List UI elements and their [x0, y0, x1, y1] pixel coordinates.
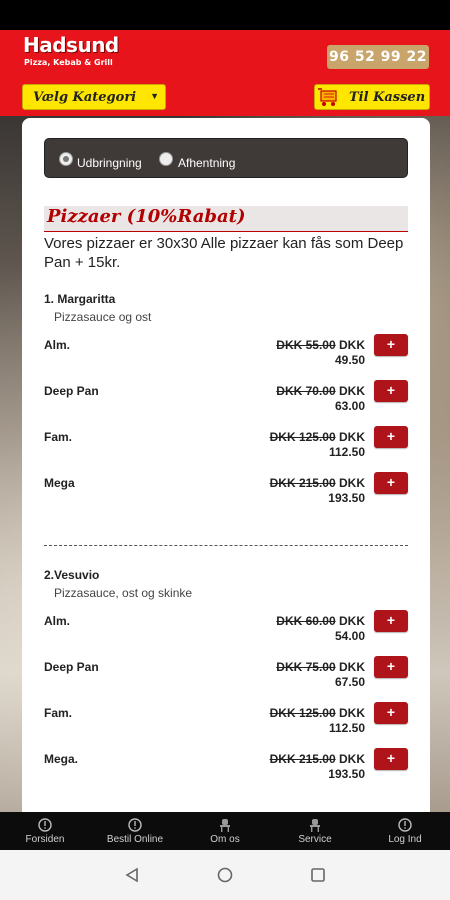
- old-price: DKK 215.00: [269, 752, 336, 766]
- variant-price: DKK 60.00 DKK 54.00: [255, 614, 365, 644]
- variant-row: Mega DKK 215.00 DKK 193.50 +: [44, 472, 408, 516]
- info-circle-icon: [38, 818, 52, 832]
- nav-label: Service: [298, 834, 332, 845]
- variant-name: Deep Pan: [44, 660, 99, 674]
- variant-name: Alm.: [44, 338, 71, 352]
- nav-label: Bestil Online: [106, 834, 164, 845]
- info-circle-icon: [398, 818, 412, 832]
- nav-item-forsiden[interactable]: Forsiden: [0, 812, 90, 850]
- variant-name: Mega: [44, 476, 75, 490]
- checkout-label: Til Kassen: [349, 90, 426, 105]
- variant-name: Fam.: [44, 430, 73, 444]
- old-price: DKK 75.00: [276, 660, 336, 674]
- recents-icon[interactable]: [310, 867, 326, 883]
- variant-name: Fam.: [44, 706, 73, 720]
- variant-price: DKK 125.00 DKK 112.50: [255, 706, 365, 736]
- add-to-cart-button[interactable]: +: [374, 702, 408, 724]
- new-price: DKK 63.00: [334, 384, 365, 413]
- variant-name: Mega.: [44, 752, 79, 766]
- add-to-cart-button[interactable]: +: [374, 380, 408, 402]
- variant-row: Alm. DKK 60.00 DKK 54.00 +: [44, 610, 408, 654]
- add-to-cart-button[interactable]: +: [374, 656, 408, 678]
- brand-name: Hadsund: [23, 33, 119, 57]
- product-description: Pizzasauce og ost: [54, 310, 152, 324]
- pickup-radio-label[interactable]: Afhentning: [178, 156, 235, 170]
- variant-row: Deep Pan DKK 75.00 DKK 67.50 +: [44, 656, 408, 700]
- nav-item-log-ind[interactable]: Log Ind: [360, 812, 450, 850]
- add-to-cart-button[interactable]: +: [374, 748, 408, 770]
- pickup-radio[interactable]: [159, 152, 173, 166]
- old-price: DKK 125.00: [269, 706, 336, 720]
- nav-label: Om os: [210, 834, 240, 845]
- order-type-selector: Udbringning Afhentning: [44, 138, 408, 178]
- chair-icon: [220, 819, 230, 832]
- checkout-button[interactable]: Til Kassen: [314, 84, 430, 110]
- variant-price: DKK 75.00 DKK 67.50: [255, 660, 365, 690]
- nav-item-om-os[interactable]: Om os: [180, 812, 270, 850]
- add-to-cart-button[interactable]: +: [374, 610, 408, 632]
- category-select-label: Vælg Kategori: [33, 90, 137, 105]
- category-select[interactable]: Vælg Kategori ▼: [22, 84, 166, 110]
- bottom-nav: Forsiden Bestil Online Om os Service Log…: [0, 812, 450, 850]
- product-name: 2.Vesuvio: [44, 568, 100, 582]
- old-price: DKK 215.00: [269, 476, 336, 490]
- chair-icon: [310, 819, 320, 832]
- variant-name: Deep Pan: [44, 384, 99, 398]
- old-price: DKK 55.00: [276, 338, 336, 352]
- new-price: DKK 67.50: [334, 660, 365, 689]
- section-title: Pizzaer (10%Rabat): [47, 206, 246, 227]
- nav-item-bestil-online[interactable]: Bestil Online: [90, 812, 180, 850]
- product-divider: [44, 545, 408, 546]
- menu-panel: Udbringning Afhentning Pizzaer (10%Rabat…: [22, 118, 430, 812]
- status-bar: [0, 0, 450, 30]
- variant-price: DKK 215.00 DKK 193.50: [255, 752, 365, 782]
- cart-icon: [318, 88, 337, 106]
- back-icon[interactable]: [124, 867, 140, 883]
- variant-price: DKK 55.00 DKK 49.50: [255, 338, 365, 368]
- delivery-radio[interactable]: [59, 152, 73, 166]
- phone-number-badge[interactable]: 96 52 99 22: [327, 45, 429, 69]
- variant-price: DKK 70.00 DKK 63.00: [255, 384, 365, 414]
- nav-label: Log Ind: [388, 834, 422, 845]
- system-nav-bar: [0, 850, 450, 900]
- variant-row: Mega. DKK 215.00 DKK 193.50 +: [44, 748, 408, 792]
- nav-label: Forsiden: [25, 834, 65, 845]
- section-description: Vores pizzaer er 30x30 Alle pizzaer kan …: [44, 235, 404, 271]
- old-price: DKK 70.00: [276, 384, 336, 398]
- nav-item-service[interactable]: Service: [270, 812, 360, 850]
- variant-name: Alm.: [44, 614, 71, 628]
- old-price: DKK 125.00: [269, 430, 336, 444]
- delivery-radio-label[interactable]: Udbringning: [77, 156, 142, 170]
- variant-row: Fam. DKK 125.00 DKK 112.50 +: [44, 702, 408, 746]
- home-icon[interactable]: [217, 867, 233, 883]
- add-to-cart-button[interactable]: +: [374, 334, 408, 356]
- brand-subtitle: Pizza, Kebab & Grill: [24, 58, 113, 67]
- old-price: DKK 60.00: [276, 614, 336, 628]
- caret-down-icon: ▼: [150, 91, 159, 101]
- info-circle-icon: [128, 818, 142, 832]
- product-description: Pizzasauce, ost og skinke: [54, 586, 193, 600]
- new-price: DKK 49.50: [334, 338, 365, 367]
- variant-price: DKK 215.00 DKK 193.50: [255, 476, 365, 506]
- add-to-cart-button[interactable]: +: [374, 426, 408, 448]
- add-to-cart-button[interactable]: +: [374, 472, 408, 494]
- variant-price: DKK 125.00 DKK 112.50: [255, 430, 365, 460]
- new-price: DKK 54.00: [334, 614, 365, 643]
- variant-row: Alm. DKK 55.00 DKK 49.50 +: [44, 334, 408, 378]
- section-header: Pizzaer (10%Rabat): [44, 206, 408, 232]
- variant-row: Deep Pan DKK 70.00 DKK 63.00 +: [44, 380, 408, 424]
- product-name: 1. Margaritta: [44, 292, 116, 306]
- variant-row: Fam. DKK 125.00 DKK 112.50 +: [44, 426, 408, 470]
